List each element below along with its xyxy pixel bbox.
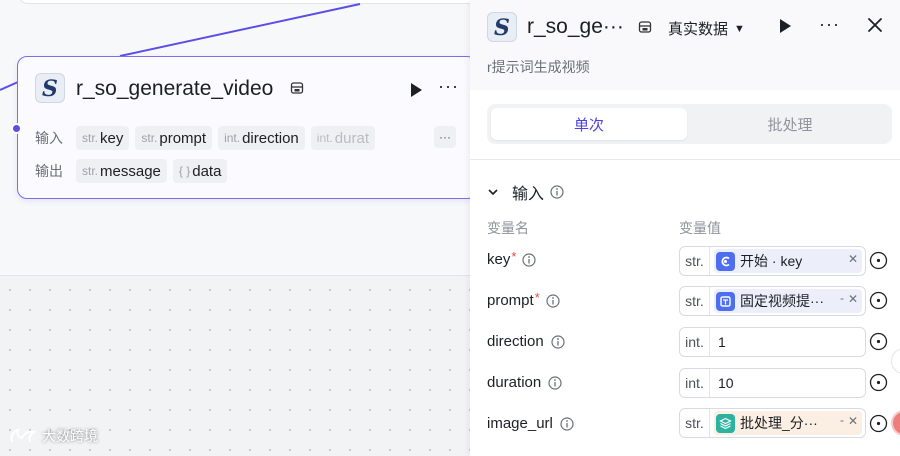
reference-target-icon[interactable] [869, 373, 888, 392]
output-tag: str. message [76, 159, 167, 183]
variable-name-duration: duration [487, 374, 562, 391]
input-section-header[interactable]: 输入 [487, 180, 564, 204]
node-outputs-row: 输出 str. message { } data [35, 158, 233, 184]
input-tag: int. durat [310, 126, 375, 150]
play-icon [411, 83, 422, 97]
info-icon [551, 334, 565, 349]
reference-target-icon[interactable] [869, 332, 888, 351]
plugin-store-icon [290, 82, 304, 94]
more-inputs-button[interactable]: ··· [434, 126, 456, 148]
svg-text:S: S [494, 15, 510, 39]
input-tag: str. prompt [135, 126, 213, 150]
plugin-node-r-so-generate-video[interactable]: S r_so_generate_video ··· 输入 str. key str… [11, 56, 477, 199]
node-test-panel: S r_so_ge··· 真实数据 ▼ ··· r提示词生成视频 单次 批处理 输… [470, 0, 900, 456]
variable-value-direction[interactable]: int. 1 [679, 327, 866, 357]
variable-value-key[interactable]: str. 开始 · key ✕ [679, 246, 866, 276]
reference-chip[interactable]: 批处理_分··· - ✕ [714, 411, 862, 435]
floating-assistant-button[interactable] [891, 410, 900, 436]
node-title: r_so_generate_video [76, 77, 274, 100]
inputs-label: 输入 [35, 130, 63, 146]
type-badge: str. [680, 409, 710, 437]
batch-node-icon [716, 413, 735, 433]
run-button[interactable] [776, 17, 794, 35]
info-icon [548, 375, 562, 390]
panel-more-button[interactable]: ··· [819, 14, 840, 35]
info-icon [522, 252, 537, 267]
variable-name-image-url: image_url [487, 415, 574, 432]
chevron-down-icon [488, 189, 498, 196]
svg-text:S: S [42, 76, 58, 100]
dash-icon: - [840, 291, 844, 305]
type-badge: int. [680, 328, 710, 356]
reference-target-icon[interactable] [869, 251, 888, 270]
run-node-button[interactable] [407, 81, 425, 99]
node-inputs-row: 输入 str. key str. prompt int. direction int.… [35, 125, 381, 151]
input-tag: str. key [76, 126, 130, 150]
edge-left [0, 81, 19, 91]
reference-chip[interactable]: 开始 · key ✕ [714, 249, 862, 273]
run-mode-tabs: 单次 批处理 [487, 104, 892, 144]
value-text[interactable]: 10 [718, 375, 734, 391]
variable-value-duration[interactable]: int. 10 [679, 368, 866, 398]
reference-target-icon[interactable] [869, 291, 888, 310]
panel-description: r提示词生成视频 [487, 59, 590, 75]
side-toggle-button[interactable] [891, 348, 900, 374]
text-node-icon [716, 291, 735, 311]
clear-reference-icon[interactable]: ✕ [848, 252, 858, 266]
tab-single[interactable]: 单次 [491, 108, 687, 140]
info-icon [546, 293, 560, 308]
reference-target-icon[interactable] [869, 414, 888, 433]
input-tag: int. direction [218, 126, 305, 150]
type-badge: int. [680, 369, 710, 397]
plugin-logo-icon: S [35, 73, 65, 103]
variable-name-key: key * [487, 249, 537, 268]
section-title: 输入 [512, 186, 545, 203]
tab-batch[interactable]: 批处理 [692, 108, 888, 140]
clear-reference-icon[interactable]: ✕ [848, 292, 858, 306]
variable-value-prompt[interactable]: str. 固定视频提··· - ✕ [679, 286, 866, 316]
plugin-logo-icon: S [487, 12, 517, 42]
info-icon [560, 416, 574, 431]
caret-down-icon: ▼ [734, 22, 745, 35]
output-tag: { } data [172, 159, 228, 183]
info-icon [550, 185, 564, 199]
edge-upper [119, 3, 361, 57]
watermark: 大数跨境 [8, 426, 98, 446]
play-icon [780, 19, 791, 33]
type-badge: str. [680, 287, 710, 315]
panel-title: r_so_ge··· [527, 15, 624, 38]
clear-reference-icon[interactable]: ✕ [848, 414, 858, 428]
divider [470, 159, 900, 160]
data-mode-select[interactable]: 真实数据 ▼ [668, 18, 745, 39]
variable-name-prompt: prompt * [487, 290, 560, 309]
close-icon[interactable] [866, 16, 884, 34]
value-text[interactable]: 1 [718, 334, 726, 350]
watermark-logo-icon [10, 428, 37, 443]
variable-value-image-url[interactable]: str. 批处理_分··· - ✕ [679, 408, 866, 438]
workflow-canvas[interactable]: S r_so_generate_video ··· 输入 str. key str… [0, 0, 488, 456]
outputs-label: 输出 [35, 163, 63, 179]
node-input-port[interactable] [11, 123, 22, 134]
reference-chip[interactable]: 固定视频提··· - ✕ [714, 289, 862, 313]
type-badge: str. [680, 247, 710, 275]
variable-name-direction: direction [487, 333, 565, 350]
node-more-button[interactable]: ··· [438, 77, 459, 95]
column-header-name: 变量名 [487, 220, 529, 236]
plugin-store-icon [638, 21, 652, 33]
dash-icon: - [840, 413, 844, 427]
start-node-icon [716, 251, 735, 271]
column-header-value: 变量值 [679, 220, 721, 236]
panel-header: S r_so_ge··· 真实数据 ▼ ··· r提示词生成视频 [470, 0, 900, 90]
